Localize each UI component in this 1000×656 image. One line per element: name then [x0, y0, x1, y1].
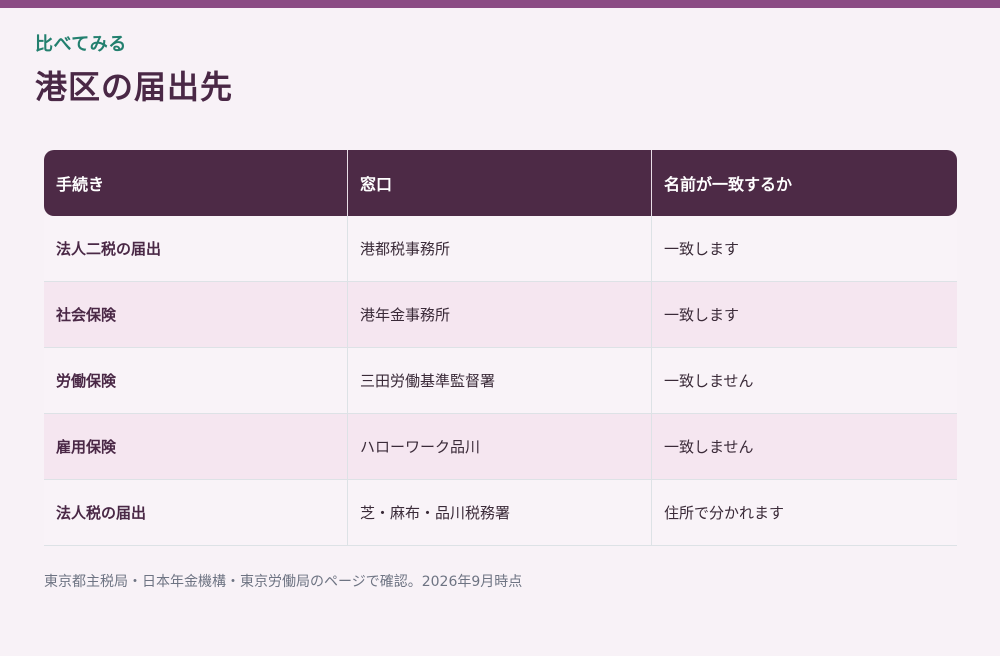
eyebrow-label: 比べてみる	[35, 34, 127, 55]
table-row: 雇用保険 ハローワーク品川 一致しません	[44, 414, 957, 480]
top-accent-bar	[0, 0, 1000, 8]
cell-procedure: 労働保険	[44, 348, 348, 414]
table-body: 法人二税の届出 港都税事務所 一致します 社会保険 港年金事務所 一致します 労…	[44, 216, 957, 546]
table-header-row: 手続き 窓口 名前が一致するか	[44, 150, 957, 216]
page-title: 港区の届出先	[35, 68, 234, 106]
cell-office: 港都税事務所	[348, 216, 652, 282]
table-row: 法人二税の届出 港都税事務所 一致します	[44, 216, 957, 282]
column-header-office: 窓口	[348, 150, 652, 216]
cell-procedure: 雇用保険	[44, 414, 348, 480]
cell-match: 一致します	[652, 216, 957, 282]
cell-match: 住所で分かれます	[652, 480, 957, 546]
cell-procedure: 社会保険	[44, 282, 348, 348]
table-row: 法人税の届出 芝・麻布・品川税務署 住所で分かれます	[44, 480, 957, 546]
table-row: 社会保険 港年金事務所 一致します	[44, 282, 957, 348]
comparison-table: 手続き 窓口 名前が一致するか 法人二税の届出 港都税事務所 一致します 社会保…	[44, 150, 957, 546]
cell-match: 一致しません	[652, 348, 957, 414]
cell-match: 一致します	[652, 282, 957, 348]
cell-office: 港年金事務所	[348, 282, 652, 348]
cell-procedure: 法人税の届出	[44, 480, 348, 546]
cell-office: 三田労働基準監督署	[348, 348, 652, 414]
table-header: 手続き 窓口 名前が一致するか	[44, 150, 957, 216]
cell-office: 芝・麻布・品川税務署	[348, 480, 652, 546]
comparison-table-container: 手続き 窓口 名前が一致するか 法人二税の届出 港都税事務所 一致します 社会保…	[44, 150, 957, 546]
cell-office: ハローワーク品川	[348, 414, 652, 480]
table-row: 労働保険 三田労働基準監督署 一致しません	[44, 348, 957, 414]
column-header-procedure: 手続き	[44, 150, 348, 216]
cell-match: 一致しません	[652, 414, 957, 480]
cell-procedure: 法人二税の届出	[44, 216, 348, 282]
column-header-match: 名前が一致するか	[652, 150, 957, 216]
source-footnote: 東京都主税局・日本年金機構・東京労働局のページで確認。2026年9月時点	[44, 574, 523, 590]
